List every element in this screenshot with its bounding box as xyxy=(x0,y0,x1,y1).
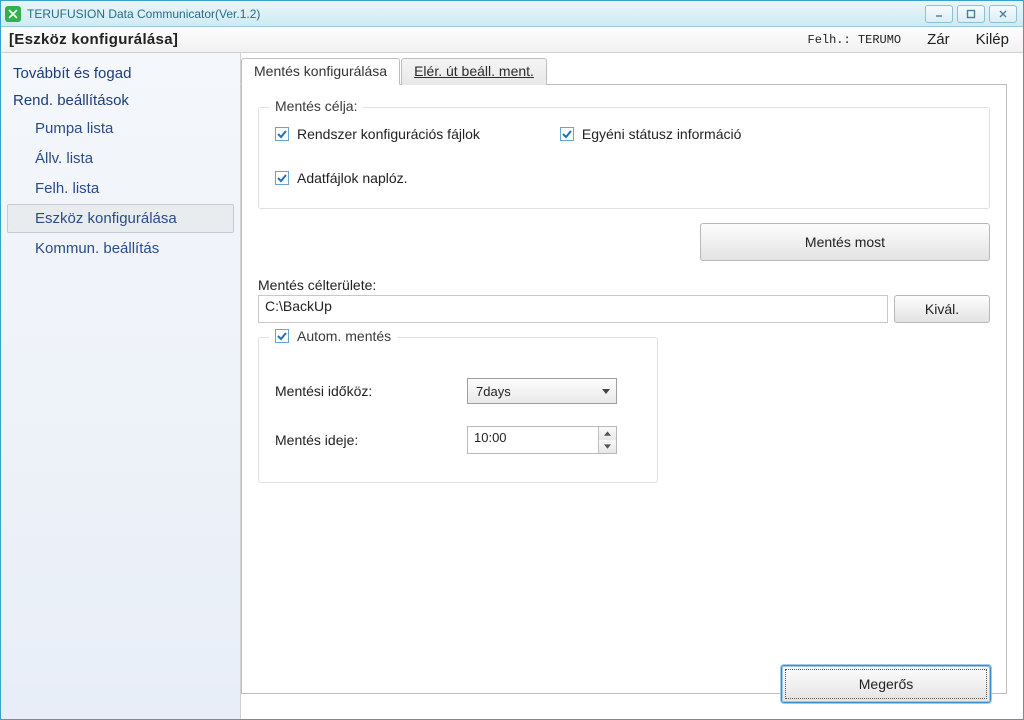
sidebar-item-device-config[interactable]: Eszköz konfigurálása xyxy=(7,204,234,233)
chevron-down-icon xyxy=(602,389,610,394)
browse-button[interactable]: Kivál. xyxy=(894,295,990,323)
page-title: [Eszköz konfigurálása] xyxy=(9,31,178,48)
sidebar-item-allv-list[interactable]: Állv. lista xyxy=(7,144,234,173)
window-minimize-button[interactable] xyxy=(925,5,953,23)
window-title: TERUFUSION Data Communicator(Ver.1.2) xyxy=(27,7,260,21)
sidebar-item-comm-settings[interactable]: Kommun. beállítás xyxy=(7,234,234,263)
spinner-down-button[interactable] xyxy=(599,440,616,453)
checkbox-system-files-label: Rendszer konfigurációs fájlok xyxy=(297,126,480,142)
sidebar-item-user-list[interactable]: Felh. lista xyxy=(7,174,234,203)
check-icon xyxy=(275,171,289,185)
window-maximize-button[interactable] xyxy=(957,5,985,23)
confirm-button[interactable]: Megerős xyxy=(781,665,991,703)
checkbox-system-files[interactable]: Rendszer konfigurációs fájlok xyxy=(275,126,480,142)
content-pane: Mentés konfigurálása Elér. út beáll. men… xyxy=(241,53,1023,719)
sidebar-category-transfer[interactable]: Továbbít és fogad xyxy=(1,59,240,86)
time-label: Mentés ideje: xyxy=(275,432,435,448)
group-backup-target-legend: Mentés célja: xyxy=(269,98,363,114)
field-destination: Mentés célterülete: C:\BackUp Kivál. xyxy=(258,277,990,323)
interval-value: 7days xyxy=(476,384,511,399)
tab-page: Mentés célja: Rendszer konfigurációs fáj… xyxy=(241,84,1007,694)
window-close-button[interactable] xyxy=(989,5,1017,23)
sidebar-category-settings[interactable]: Rend. beállítások xyxy=(1,86,240,113)
checkbox-auto-backup[interactable]: Autom. mentés xyxy=(275,328,391,344)
user-name: TERUMO xyxy=(858,33,901,47)
destination-path-input[interactable]: C:\BackUp xyxy=(258,295,888,323)
user-prefix: Felh.: xyxy=(808,33,851,47)
check-icon xyxy=(275,329,289,343)
group-auto-backup-legend: Autom. mentés xyxy=(269,328,397,344)
group-auto-backup: Autom. mentés Mentési időköz: 7days Ment… xyxy=(258,337,658,483)
sidebar-item-pump-list[interactable]: Pumpa lista xyxy=(7,114,234,143)
checkbox-custom-status-label: Egyéni státusz információ xyxy=(582,126,742,142)
header-exit-link[interactable]: Kilép xyxy=(976,31,1009,48)
check-icon xyxy=(560,127,574,141)
spinner-up-button[interactable] xyxy=(599,427,616,440)
checkbox-custom-status[interactable]: Egyéni státusz információ xyxy=(560,126,742,142)
sidebar: Továbbít és fogad Rend. beállítások Pump… xyxy=(1,53,241,719)
app-icon xyxy=(5,6,21,22)
tab-save-config[interactable]: Mentés konfigurálása xyxy=(241,58,400,85)
destination-label: Mentés célterülete: xyxy=(258,277,990,293)
window-titlebar: TERUFUSION Data Communicator(Ver.1.2) xyxy=(1,1,1023,27)
save-now-button[interactable]: Mentés most xyxy=(700,223,990,261)
tabs: Mentés konfigurálása Elér. út beáll. men… xyxy=(241,57,1007,84)
checkbox-log-data[interactable]: Adatfájlok naplóz. xyxy=(275,170,973,186)
time-spinner[interactable]: 10:00 xyxy=(467,426,617,454)
interval-dropdown[interactable]: 7days xyxy=(467,378,617,404)
tab-path-config[interactable]: Elér. út beáll. ment. xyxy=(401,58,547,85)
check-icon xyxy=(275,127,289,141)
header-bar: [Eszköz konfigurálása] Felh.: TERUMO Zár… xyxy=(1,27,1023,53)
time-value: 10:00 xyxy=(468,427,598,453)
interval-label: Mentési időköz: xyxy=(275,383,435,399)
header-close-link[interactable]: Zár xyxy=(927,31,950,48)
group-backup-target: Mentés célja: Rendszer konfigurációs fáj… xyxy=(258,107,990,209)
checkbox-auto-backup-label: Autom. mentés xyxy=(297,328,391,344)
checkbox-log-data-label: Adatfájlok naplóz. xyxy=(297,170,408,186)
user-block: Felh.: TERUMO xyxy=(808,33,902,47)
